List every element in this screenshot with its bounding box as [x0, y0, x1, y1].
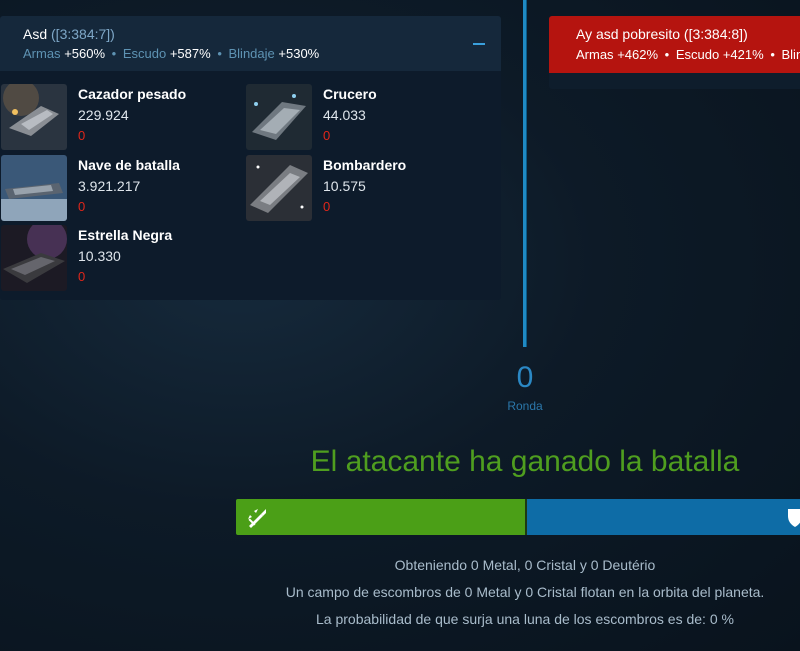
ship-name: Crucero — [323, 86, 377, 102]
stat-label-shield: Escudo — [122, 46, 167, 61]
attacker-panel: Asd ([3:384:7]) Armas +560% • Escudo +58… — [0, 16, 501, 300]
defender-name-text: Ay asd pobresito — [576, 26, 681, 42]
battle-divider-shadow — [526, 0, 527, 347]
sword-icon — [246, 507, 268, 529]
battle-result-title: El atacante ha ganado la batalla — [310, 445, 740, 478]
separator-dot: • — [217, 46, 222, 61]
defender-tech-stats: Armas +462% • Escudo +421% • Blin — [576, 47, 800, 62]
ship-name: Cazador pesado — [78, 86, 187, 102]
strength-bar-divider — [525, 499, 527, 535]
ship-item: Cazador pesado 229.924 0 — [1, 84, 221, 150]
attacker-strength-bar — [236, 499, 526, 535]
ship-item: Bombardero 10.575 0 — [246, 155, 466, 221]
ship-count: 10.575 — [323, 178, 366, 194]
stat-value-weapons: +462% — [617, 47, 659, 62]
round-number: 0 — [516, 361, 534, 394]
ship-image — [1, 225, 67, 291]
ship-count: 3.921.217 — [78, 178, 141, 194]
ship-count: 44.033 — [323, 107, 366, 123]
defender-panel: Ay asd pobresito ([3:384:8]) Armas +462%… — [549, 16, 800, 89]
stat-label-armor: Blin — [781, 47, 800, 62]
ship-name: Estrella Negra — [78, 227, 173, 243]
ship-lost: 0 — [323, 128, 331, 143]
ship-item: Crucero 44.033 0 — [246, 84, 466, 150]
ship-image — [246, 84, 312, 150]
ship-item: Nave de batalla 3.921.217 0 — [1, 155, 221, 221]
ship-name: Nave de batalla — [78, 157, 180, 173]
ship-lost: 0 — [78, 269, 86, 284]
stat-value-shield: +587% — [169, 46, 211, 61]
loot-message: Obteniendo 0 Metal, 0 Cristal y 0 Deutér… — [394, 557, 656, 573]
moon-chance-message: La probabilidad de que surja una luna de… — [316, 611, 734, 627]
shield-icon — [786, 506, 800, 528]
ship-image — [246, 155, 312, 221]
round-label: Ronda — [507, 399, 543, 413]
separator-dot: • — [770, 47, 775, 62]
defender-coords[interactable]: ([3:384:8]) — [684, 26, 748, 42]
attacker-name-text: Asd — [23, 26, 48, 42]
separator-dot: • — [664, 47, 670, 62]
ship-image — [1, 84, 67, 150]
stat-value-weapons: +560% — [64, 46, 106, 61]
debris-message: Un campo de escombros de 0 Metal y 0 Cri… — [285, 584, 765, 600]
ship-item: Estrella Negra 10.330 0 — [1, 225, 221, 291]
ship-lost: 0 — [323, 199, 331, 214]
stat-value-shield: +421% — [722, 47, 764, 62]
stat-label-armor: Blindaje — [228, 46, 275, 61]
attacker-tech-stats: Armas +560% • Escudo +587% • Blindaje +5… — [23, 46, 319, 61]
stat-value-armor: +530% — [278, 46, 320, 61]
ship-name: Bombardero — [323, 157, 407, 173]
ship-image — [1, 155, 67, 221]
defender-name: Ay asd pobresito ([3:384:8]) — [576, 26, 748, 42]
defender-header: Ay asd pobresito ([3:384:8]) Armas +462%… — [549, 16, 800, 73]
defender-strength-bar — [526, 499, 800, 535]
attacker-name: Asd ([3:384:7]) — [23, 26, 115, 42]
ship-lost: 0 — [78, 199, 86, 214]
collapse-minus-icon[interactable] — [472, 32, 486, 52]
ship-lost: 0 — [78, 128, 86, 143]
attacker-coords[interactable]: ([3:384:7]) — [51, 26, 115, 42]
stat-label-weapons: Armas — [23, 46, 61, 61]
ship-count: 10.330 — [78, 248, 121, 264]
stat-label-shield: Escudo — [675, 47, 720, 62]
attacker-header: Asd ([3:384:7]) Armas +560% • Escudo +58… — [0, 16, 501, 71]
stat-label-weapons: Armas — [576, 47, 614, 62]
ship-count: 229.924 — [78, 107, 129, 123]
separator-dot: • — [111, 46, 117, 61]
